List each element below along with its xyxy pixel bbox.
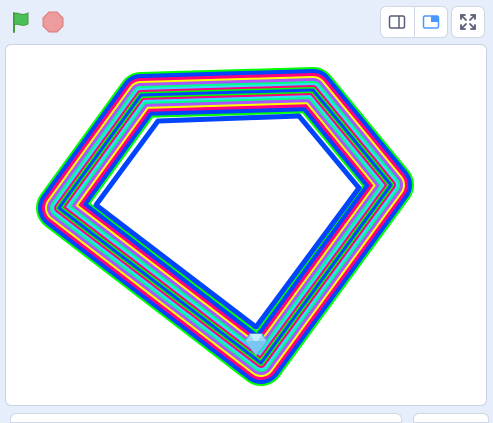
stage-header xyxy=(0,0,493,44)
stage-size-toggle xyxy=(380,6,448,38)
small-stage-icon xyxy=(389,15,406,29)
stage-canvas[interactable] xyxy=(5,44,487,406)
normal-stage-button[interactable] xyxy=(414,7,447,37)
fullscreen-button[interactable] xyxy=(451,6,485,38)
pen-drawing xyxy=(36,67,414,386)
small-stage-button[interactable] xyxy=(381,7,415,37)
green-flag-button[interactable] xyxy=(9,10,33,34)
sprite-pane-top xyxy=(10,413,402,423)
stage-pane-top xyxy=(413,413,489,423)
stop-button[interactable] xyxy=(41,10,65,34)
stop-icon xyxy=(42,11,64,33)
fullscreen-icon xyxy=(460,14,476,30)
normal-stage-icon xyxy=(422,15,439,29)
bottom-panel-edge xyxy=(0,410,493,423)
green-flag-icon xyxy=(13,12,29,33)
